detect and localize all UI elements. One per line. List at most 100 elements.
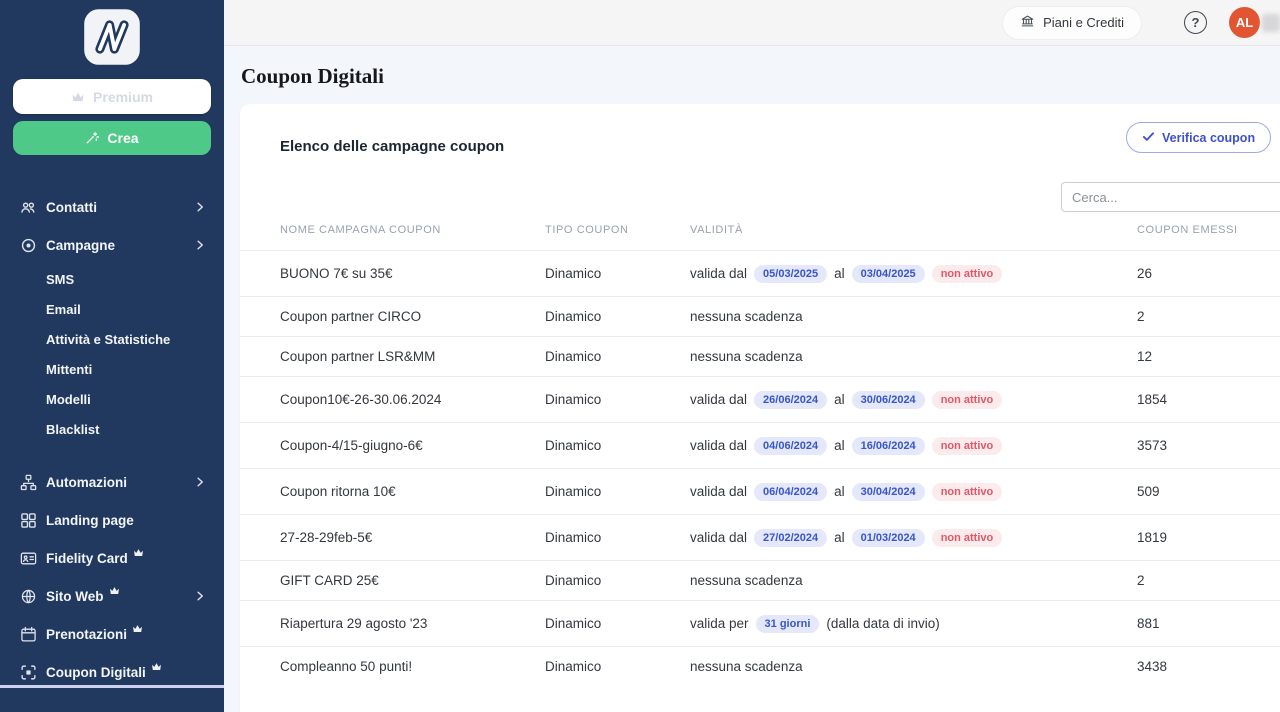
sidebar-subitem-modelli[interactable]: Modelli xyxy=(0,384,224,414)
table-row[interactable]: Coupon10€-26-30.06.2024 Dinamico valida … xyxy=(240,376,1280,422)
crown-icon xyxy=(71,91,85,102)
sidebar-divider xyxy=(0,685,224,688)
sidebar-item-label: Prenotazioni xyxy=(46,626,128,642)
campaign-name: Riapertura 29 agosto '23 xyxy=(280,616,428,631)
table-header-row: NOME CAMPAGNA COUPON TIPO COUPON VALIDITÀ C… xyxy=(240,210,1280,250)
date-to-badge: 01/03/2024 xyxy=(851,528,925,547)
chevron-right-icon xyxy=(194,201,206,213)
target-icon xyxy=(20,237,37,254)
campaign-name: 27-28-29feb-5€ xyxy=(280,530,373,545)
check-icon xyxy=(1142,131,1155,145)
plans-credits-label: Piani e Crediti xyxy=(1043,15,1124,30)
coupons-issued: 881 xyxy=(1137,616,1160,631)
campaign-name: GIFT CARD 25€ xyxy=(280,573,379,588)
table-row[interactable]: Coupon ritorna 10€ Dinamico valida dal 06… xyxy=(240,468,1280,514)
crown-icon xyxy=(151,662,162,671)
date-from-badge: 26/06/2024 xyxy=(754,390,828,409)
table-row[interactable]: BUONO 7€ su 35€ Dinamico valida dal 05/03… xyxy=(240,250,1280,296)
date-to-badge: 16/06/2024 xyxy=(851,436,925,455)
table-row[interactable]: GIFT CARD 25€ Dinamico nessuna scadenza … xyxy=(240,560,1280,600)
validity-mid: al xyxy=(834,266,845,281)
status-badge: non attivo xyxy=(931,436,1003,455)
globe-icon xyxy=(20,588,37,605)
campaign-name: BUONO 7€ su 35€ xyxy=(280,266,393,281)
sidebar-subitem-label: SMS xyxy=(46,271,75,287)
chevron-right-icon xyxy=(194,590,206,602)
sidebar-item-automazioni[interactable]: Automazioni xyxy=(0,463,224,501)
sitemap-icon xyxy=(20,474,37,491)
table-row[interactable]: 27-28-29feb-5€ Dinamico valida dal 27/02/… xyxy=(240,514,1280,560)
table-row[interactable]: Riapertura 29 agosto '23 Dinamico valida… xyxy=(240,600,1280,646)
premium-label: Premium xyxy=(93,88,153,105)
sidebar-item-contatti[interactable]: Contatti xyxy=(0,188,224,226)
sidebar-item-label: Fidelity Card xyxy=(46,550,128,566)
status-badge: non attivo xyxy=(931,390,1003,409)
sidebar-subitem-label: Attività e Statistiche xyxy=(46,331,171,347)
campaign-validity: valida per 31 giorni (dalla data di invio) xyxy=(690,614,1137,633)
campaign-name: Coupon10€-26-30.06.2024 xyxy=(280,392,442,407)
search-input[interactable] xyxy=(1061,182,1280,212)
validity-mid: al xyxy=(834,484,845,499)
table-row[interactable]: Coupon-4/15-giugno-6€ Dinamico valida da… xyxy=(240,422,1280,468)
validity-prefix: valida dal xyxy=(690,392,748,407)
page-title: Coupon Digitali xyxy=(241,64,384,88)
validity-none: nessuna scadenza xyxy=(690,573,803,588)
campaign-validity: valida dal 04/06/2024 al 16/06/2024 non atti… xyxy=(690,436,1137,455)
avatar[interactable]: AL xyxy=(1229,7,1260,38)
verify-coupon-label: Verifica coupon xyxy=(1162,130,1256,145)
table-row[interactable]: Compleanno 50 punti! Dinamico nessuna sc… xyxy=(240,646,1280,686)
premium-button[interactable]: Premium xyxy=(13,79,211,114)
date-from-badge: 05/03/2025 xyxy=(754,264,828,283)
coupon-type: Dinamico xyxy=(545,616,602,631)
campaign-name: Coupon partner CIRCO xyxy=(280,309,422,324)
status-badge: non attivo xyxy=(931,264,1003,283)
crown-icon xyxy=(109,586,120,595)
date-from-badge: 04/06/2024 xyxy=(754,436,828,455)
sidebar-subitem-label: Email xyxy=(46,301,81,317)
coupons-issued: 1854 xyxy=(1137,392,1168,407)
date-from-badge: 27/02/2024 xyxy=(754,528,828,547)
validity-prefix: valida dal xyxy=(690,438,748,453)
app-logo[interactable] xyxy=(0,0,224,66)
column-header-nome-campagna-coupon: NOME CAMPAGNA COUPON xyxy=(280,224,441,236)
sidebar-subitem-blacklist[interactable]: Blacklist xyxy=(0,414,224,444)
sidebar-subitem-mittenti[interactable]: Mittenti xyxy=(0,354,224,384)
table-row[interactable]: Coupon partner CIRCO Dinamico nessuna sc… xyxy=(240,296,1280,336)
coupon-campaigns-card: Elenco delle campagne coupon Verifica co… xyxy=(240,104,1280,712)
sidebar-subitem-attivita-e-statistiche[interactable]: Attività e Statistiche xyxy=(0,324,224,354)
coupon-campaigns-table: NOME CAMPAGNA COUPON TIPO COUPON VALIDITÀ C… xyxy=(240,210,1280,686)
sidebar-item-label: Coupon Digitali xyxy=(46,664,146,680)
logo-icon xyxy=(84,9,140,65)
sidebar-item-sito-web[interactable]: Sito Web xyxy=(0,577,224,615)
people-icon xyxy=(20,199,37,216)
sidebar-item-campagne[interactable]: Campagne xyxy=(0,226,224,264)
table-row[interactable]: Coupon partner LSR&MM Dinamico nessuna s… xyxy=(240,336,1280,376)
card-heading: Elenco delle campagne coupon xyxy=(280,138,505,155)
plans-credits-button[interactable]: Piani e Crediti xyxy=(1003,6,1141,39)
sidebar-subitem-sms[interactable]: SMS xyxy=(0,264,224,294)
grid-icon xyxy=(20,512,37,529)
crown-icon xyxy=(133,548,144,557)
coupons-issued: 2 xyxy=(1137,573,1145,588)
sidebar-item-fidelity-card[interactable]: Fidelity Card xyxy=(0,539,224,577)
sidebar-item-label: Automazioni xyxy=(46,474,127,490)
coupon-type: Dinamico xyxy=(545,438,602,453)
campaign-name: Coupon partner LSR&MM xyxy=(280,349,436,364)
sidebar-item-prenotazioni[interactable]: Prenotazioni xyxy=(0,615,224,653)
column-header-validita: VALIDITÀ xyxy=(690,224,743,236)
campaign-validity: nessuna scadenza xyxy=(690,573,1137,588)
sidebar-item-label: Contatti xyxy=(46,199,97,215)
bank-icon xyxy=(1020,14,1035,31)
crea-button[interactable]: Crea xyxy=(13,121,211,155)
validity-prefix: valida dal xyxy=(690,530,748,545)
verify-coupon-button[interactable]: Verifica coupon xyxy=(1126,122,1272,153)
coupon-type: Dinamico xyxy=(545,530,602,545)
validity-prefix: valida dal xyxy=(690,484,748,499)
campaign-validity: nessuna scadenza xyxy=(690,309,1137,324)
coupons-issued: 3573 xyxy=(1137,438,1168,453)
sidebar-subitem-email[interactable]: Email xyxy=(0,294,224,324)
table-body: BUONO 7€ su 35€ Dinamico valida dal 05/03… xyxy=(240,250,1280,686)
help-icon[interactable]: ? xyxy=(1184,11,1207,34)
sidebar-item-landing-page[interactable]: Landing page xyxy=(0,501,224,539)
column-header-coupon-emessi: COUPON EMESSI xyxy=(1137,224,1238,236)
